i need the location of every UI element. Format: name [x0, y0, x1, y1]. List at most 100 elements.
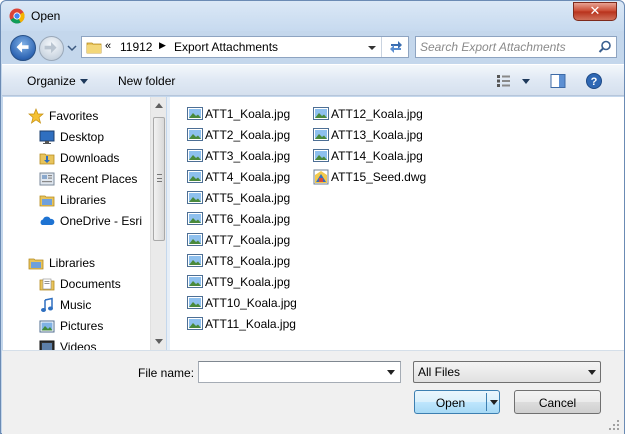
- file-name: ATT11_Koala.jpg: [205, 317, 296, 331]
- image-file-icon: [187, 191, 203, 204]
- address-bar[interactable]: « 11912 ▶ Export Attachments: [81, 36, 409, 58]
- file-name: ATT10_Koala.jpg: [205, 296, 297, 310]
- folder-icon: [86, 42, 102, 54]
- music-icon: [41, 297, 53, 312]
- file-name: ATT9_Koala.jpg: [205, 275, 291, 289]
- open-options-chevron-icon[interactable]: [490, 400, 498, 405]
- chevron-down-icon: [588, 370, 596, 375]
- search-input[interactable]: [420, 39, 592, 55]
- new-folder-button[interactable]: New folder: [118, 74, 175, 88]
- address-overflow[interactable]: «: [105, 40, 111, 52]
- toolbar: Organize New folder ?: [2, 64, 624, 96]
- libraries-icon: [28, 258, 44, 270]
- file-type-value: All Files: [418, 365, 461, 379]
- scroll-down-icon[interactable]: [155, 339, 163, 345]
- chrome-icon: [9, 8, 25, 24]
- arrow-left-icon: [16, 41, 29, 53]
- pictures-icon: [39, 320, 55, 333]
- recent-pages-chevron-icon[interactable]: [67, 43, 77, 53]
- refresh-button[interactable]: [381, 37, 409, 57]
- file-name-combobox[interactable]: [198, 361, 401, 383]
- view-options-icon[interactable]: [496, 74, 512, 88]
- nav-item-label: Videos: [60, 340, 97, 350]
- file-name: ATT12_Koala.jpg: [331, 107, 423, 121]
- resize-grip-icon[interactable]: [608, 419, 620, 431]
- image-file-icon: [187, 149, 203, 162]
- file-name: ATT1_Koala.jpg: [205, 107, 291, 121]
- help-icon[interactable]: ?: [586, 73, 602, 89]
- file-name: ATT7_Koala.jpg: [205, 233, 291, 247]
- breadcrumb-separator[interactable]: ▶: [159, 40, 166, 51]
- window-title: Open: [31, 9, 61, 23]
- preview-pane-icon[interactable]: [550, 73, 566, 89]
- image-file-icon: [187, 233, 203, 246]
- refresh-icon: [390, 41, 402, 53]
- nav-item-label: Recent Places: [60, 172, 138, 186]
- open-dialog: Open ✕ « 11912 ▶ Export Attachments Sear…: [0, 0, 625, 434]
- file-list[interactable]: ATT1_Koala.jpg ATT2_Koala.jpg ATT3_Koala…: [170, 97, 624, 350]
- nav-item-label: OneDrive - Esri: [60, 214, 143, 228]
- onedrive-icon: [40, 216, 55, 225]
- image-file-icon: [313, 107, 329, 120]
- recent-places-icon: [39, 172, 55, 186]
- file-name: ATT6_Koala.jpg: [205, 212, 291, 226]
- file-name: ATT13_Koala.jpg: [331, 128, 423, 142]
- scrollbar-thumb[interactable]: [153, 117, 165, 241]
- close-button[interactable]: ✕: [573, 2, 617, 21]
- close-icon: ✕: [589, 3, 601, 18]
- open-button-label: Open: [435, 396, 466, 410]
- file-name-label: File name:: [138, 366, 195, 380]
- file-name: ATT8_Koala.jpg: [205, 254, 291, 268]
- navigation-pane[interactable]: Favorites Desktop Downloads Recent Place…: [3, 97, 166, 350]
- image-file-icon: [187, 317, 203, 330]
- nav-item-label: Libraries: [60, 193, 107, 207]
- image-file-icon: [187, 296, 203, 309]
- address-dropdown-icon[interactable]: [367, 43, 377, 53]
- nav-item-label: Desktop: [60, 130, 105, 144]
- organize-button[interactable]: Organize: [27, 74, 76, 88]
- image-file-icon: [187, 275, 203, 288]
- file-type-select[interactable]: All Files: [413, 361, 601, 383]
- scroll-up-icon[interactable]: [155, 102, 163, 108]
- svg-text:?: ?: [591, 76, 598, 88]
- cancel-button[interactable]: Cancel: [514, 390, 601, 414]
- documents-icon: [39, 278, 55, 291]
- breadcrumb-11912[interactable]: 11912: [120, 40, 152, 54]
- videos-icon: [39, 340, 55, 350]
- image-file-icon: [187, 107, 203, 120]
- image-file-icon: [313, 149, 329, 162]
- open-split-divider: [486, 393, 487, 411]
- chevron-down-icon[interactable]: [80, 79, 88, 84]
- search-box[interactable]: [415, 36, 617, 58]
- image-file-icon: [313, 128, 329, 141]
- file-name: ATT5_Koala.jpg: [205, 191, 291, 205]
- file-name: ATT15_Seed.dwg: [331, 170, 427, 184]
- image-file-icon: [187, 128, 203, 141]
- arrow-right-icon: [44, 42, 57, 54]
- star-icon: [28, 108, 44, 124]
- nav-item-label: Libraries: [49, 256, 96, 270]
- title-bar[interactable]: Open ✕: [1, 1, 624, 31]
- file-name: ATT4_Koala.jpg: [205, 170, 291, 184]
- libraries-icon: [39, 195, 55, 207]
- navigation-scrollbar[interactable]: [150, 97, 166, 350]
- nav-item-label: Pictures: [60, 319, 104, 333]
- breadcrumb-export-attachments[interactable]: Export Attachments: [174, 40, 278, 54]
- file-name: ATT3_Koala.jpg: [205, 149, 291, 163]
- nav-item-label: Downloads: [60, 151, 120, 165]
- back-button[interactable]: [10, 35, 36, 61]
- search-icon[interactable]: [598, 40, 612, 54]
- file-name: ATT14_Koala.jpg: [331, 149, 423, 163]
- chevron-down-icon[interactable]: [387, 370, 395, 375]
- image-file-icon: [187, 254, 203, 267]
- scrollbar-grip: [157, 174, 162, 182]
- dwg-file-icon: [313, 169, 329, 185]
- cancel-button-label: Cancel: [538, 396, 577, 410]
- downloads-icon: [39, 153, 55, 165]
- forward-button[interactable]: [39, 36, 64, 61]
- view-dropdown-icon[interactable]: [522, 79, 530, 84]
- file-name-input[interactable]: [202, 364, 377, 380]
- open-button[interactable]: Open: [414, 390, 500, 414]
- nav-item-label: Favorites: [49, 109, 99, 123]
- nav-item-label: Music: [60, 298, 92, 312]
